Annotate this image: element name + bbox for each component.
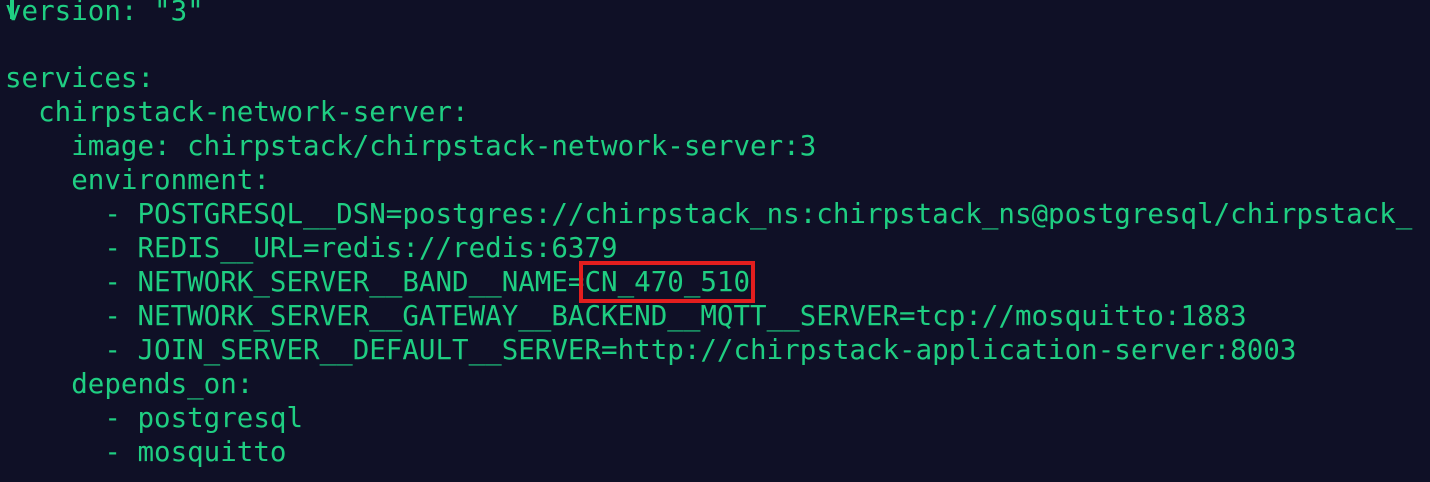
code-line-dep-postgresql[interactable]: - postgresql (5, 401, 303, 435)
code-line-environment[interactable]: environment: (5, 163, 270, 197)
code-line-mqtt-server[interactable]: - NETWORK_SERVER__GATEWAY__BACKEND__MQTT… (5, 299, 1247, 333)
line-text: - POSTGRESQL__DSN=postgres://chirpstack_… (104, 198, 1413, 230)
code-line-band-name[interactable]: - NETWORK_SERVER__BAND__NAME=CN_470_510 (5, 261, 756, 303)
code-line-redis-url[interactable]: - REDIS__URL=redis://redis:6379 (5, 231, 618, 265)
highlighted-band-value: CN_470_510 (579, 261, 756, 303)
code-line-join-server[interactable]: - JOIN_SERVER__DEFAULT__SERVER=http://ch… (5, 333, 1296, 367)
line-text: - mosquitto (104, 436, 287, 468)
line-text: - NETWORK_SERVER__GATEWAY__BACKEND__MQTT… (104, 300, 1247, 332)
line-text: services: (5, 62, 155, 94)
line-text: - JOIN_SERVER__DEFAULT__SERVER=http://ch… (104, 334, 1297, 366)
code-editor[interactable]: version: "3" services: chirpstack-networ… (0, 0, 1430, 482)
text-cursor (10, 0, 14, 19)
line-text: image: chirpstack/chirpstack-network-ser… (71, 130, 817, 162)
code-line-depends-on[interactable]: depends_on: (5, 367, 253, 401)
line-text: version: "3" (5, 0, 204, 27)
line-text: chirpstack-network-server: (38, 96, 469, 128)
line-text: depends_on: (71, 368, 254, 400)
line-text: - REDIS__URL=redis://redis:6379 (104, 232, 618, 264)
code-line-version[interactable]: version: "3" (5, 0, 204, 28)
code-line-service-name[interactable]: chirpstack-network-server: (5, 95, 469, 129)
code-line-dep-mosquitto[interactable]: - mosquitto (5, 435, 286, 469)
code-line-services[interactable]: services: (5, 61, 154, 95)
code-line-postgresql-dsn[interactable]: - POSTGRESQL__DSN=postgres://chirpstack_… (5, 197, 1412, 231)
code-line-image[interactable]: image: chirpstack/chirpstack-network-ser… (5, 129, 816, 163)
line-prefix: - NETWORK_SERVER__BAND__NAME= (104, 266, 585, 298)
line-text: - postgresql (104, 402, 304, 434)
line-text: environment: (71, 164, 270, 196)
